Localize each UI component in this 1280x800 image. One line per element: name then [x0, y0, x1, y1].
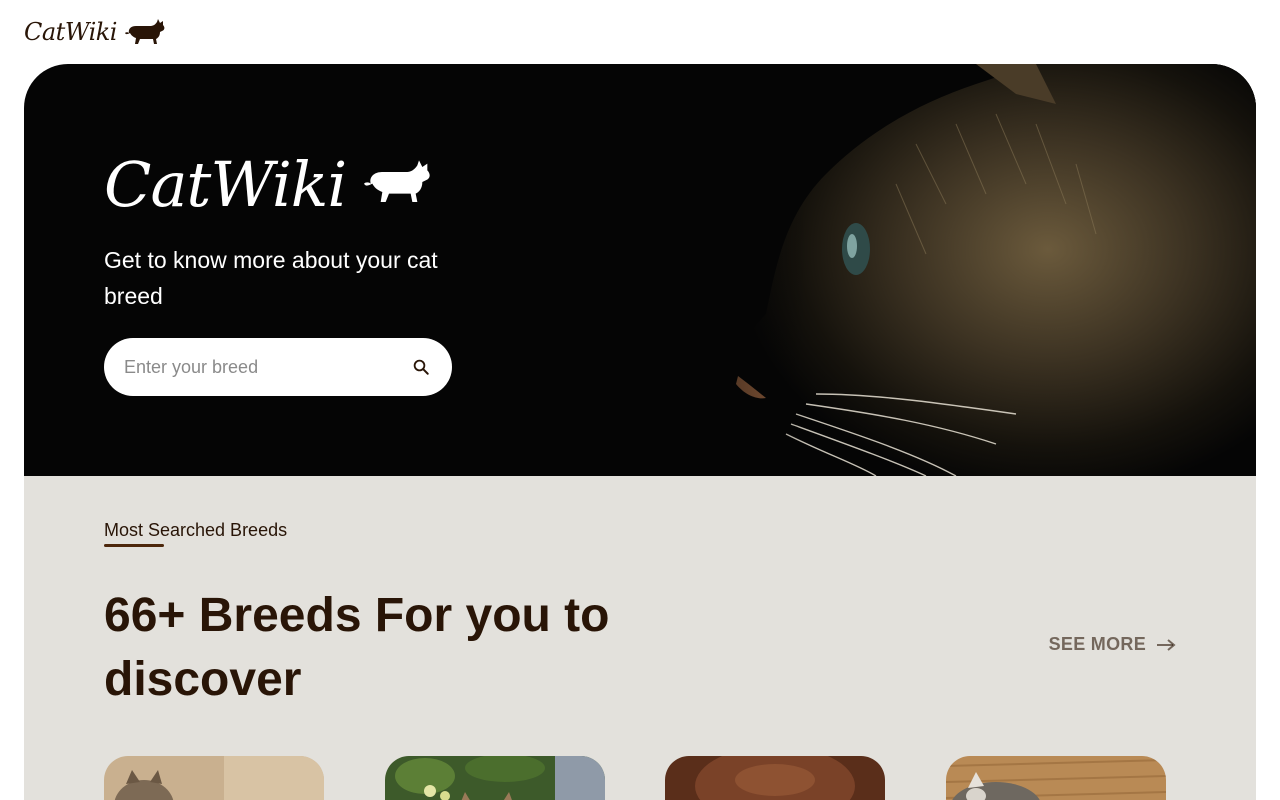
breed-card-4[interactable] [946, 756, 1166, 800]
hero-tagline: Get to know more about your cat breed [104, 247, 438, 309]
see-more-label: SEE MORE [1048, 634, 1146, 654]
breed-card-photo-1 [104, 756, 324, 800]
arrow-right-icon [1157, 638, 1176, 651]
logo-text: CatWiki [24, 18, 117, 46]
hero-banner: CatWiki Get to know more about your cat … [24, 64, 1256, 476]
section-underline [104, 544, 164, 547]
hero-logo-text: CatWiki [104, 148, 347, 221]
hero-logo: CatWiki [104, 144, 524, 216]
search-icon[interactable] [412, 358, 430, 376]
cat-profile-photo [616, 64, 1256, 476]
breed-card-1[interactable] [104, 756, 324, 800]
breed-card-3[interactable] [665, 756, 885, 800]
breed-card-2[interactable] [385, 756, 605, 800]
section-label: Most Searched Breeds [104, 520, 288, 540]
most-searched-section: Most Searched Breeds 66+ Breeds For you … [24, 476, 1256, 800]
breed-card-photo-3 [665, 756, 885, 800]
section-heading: 66+ Breeds For you to discover [104, 589, 610, 706]
breed-search-input[interactable] [124, 356, 412, 378]
site-logo[interactable]: CatWiki [24, 12, 167, 52]
breed-cards [104, 756, 1176, 800]
search-bar[interactable] [104, 338, 452, 396]
cat-silhouette-icon [364, 160, 430, 202]
see-more-link[interactable]: SEE MORE [1049, 634, 1176, 655]
breed-card-photo-4 [946, 756, 1166, 800]
cat-silhouette-icon [124, 19, 165, 44]
breed-card-photo-2 [385, 756, 605, 800]
